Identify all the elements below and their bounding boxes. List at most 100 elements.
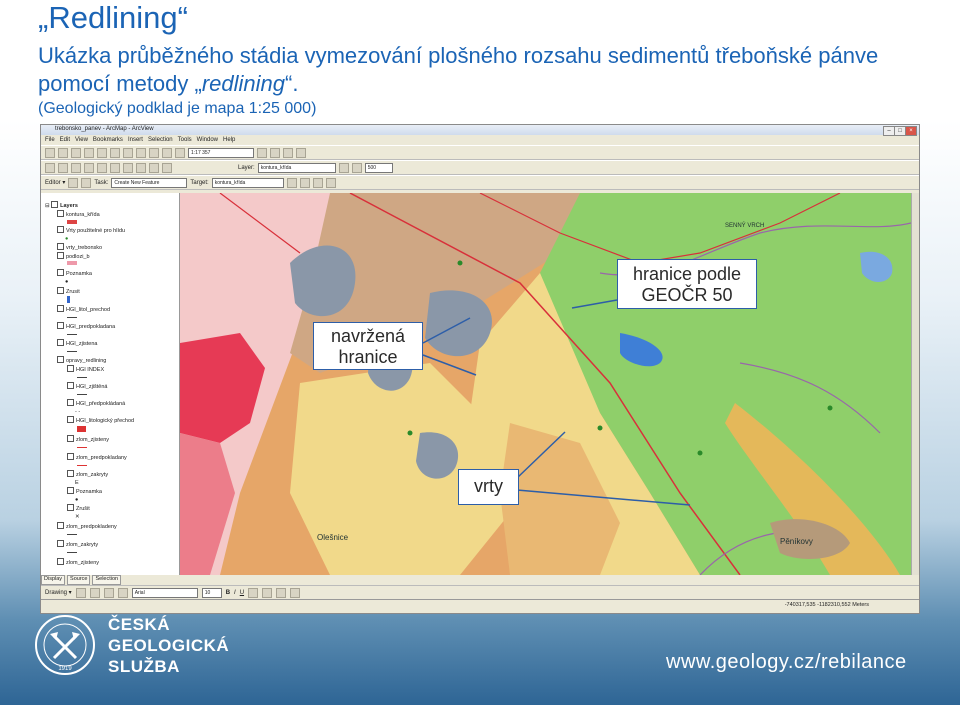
- rotate-element-icon[interactable]: [89, 587, 100, 598]
- zoom-out-icon[interactable]: [58, 162, 68, 173]
- menu-bookmarks[interactable]: Bookmarks: [93, 137, 123, 143]
- fit-icon[interactable]: [351, 162, 362, 173]
- open-icon[interactable]: [58, 147, 68, 158]
- toc-symbol: ✕: [75, 514, 80, 520]
- toc-layer[interactable]: zlom_predpokladany: [67, 453, 127, 462]
- layer-select[interactable]: kontura_křída: [257, 162, 336, 173]
- new-doc-icon[interactable]: [45, 147, 55, 158]
- delete-icon[interactable]: [136, 147, 146, 158]
- fill-color-icon[interactable]: [262, 587, 273, 598]
- redo-icon[interactable]: [162, 147, 172, 158]
- bold-button[interactable]: B: [226, 590, 230, 596]
- zoom-in-icon[interactable]: [45, 162, 55, 173]
- font-color-icon[interactable]: [248, 587, 259, 598]
- arctoolbox-icon[interactable]: [270, 147, 280, 158]
- paste-icon[interactable]: [123, 147, 133, 158]
- toc-layer[interactable]: vrty_trebonsko: [57, 243, 102, 252]
- cut-icon[interactable]: [97, 147, 107, 158]
- menu-insert[interactable]: Insert: [128, 137, 143, 143]
- subtitle-text: Ukázka průběžného stádia vymezování ploš…: [38, 43, 879, 96]
- full-extent-icon[interactable]: [84, 162, 94, 173]
- georef-icon[interactable]: [338, 162, 349, 173]
- toc-layer[interactable]: zlom_zjisteny: [57, 558, 99, 567]
- select-icon[interactable]: [123, 162, 133, 173]
- marker-color-icon[interactable]: [290, 587, 301, 598]
- toc-layer[interactable]: HGI_litologický přechod: [67, 416, 134, 425]
- toc-layer[interactable]: HGI_zjistena: [57, 339, 98, 348]
- toc-layer[interactable]: HGI_predpokladana: [57, 322, 115, 331]
- toc-layer[interactable]: HGI_zjištěná: [67, 382, 108, 391]
- tab-selection[interactable]: Selection: [92, 575, 122, 585]
- print-icon[interactable]: [84, 147, 94, 158]
- menu-edit[interactable]: Edit: [60, 137, 70, 143]
- select-elements-icon[interactable]: [75, 587, 86, 598]
- menu-selection[interactable]: Selection: [148, 137, 173, 143]
- toc-group[interactable]: opravy_redlining: [57, 356, 106, 365]
- toc-layer[interactable]: Zrusit: [57, 287, 80, 296]
- sketch-tool-icon[interactable]: [81, 177, 92, 188]
- toc-symbol: [65, 531, 77, 540]
- edit-tool-icon[interactable]: [68, 177, 79, 188]
- map-view[interactable]: SENNÝ VRCH Olešnice Pěníkovy: [180, 193, 911, 575]
- menu-bar: File Edit View Bookmarks Insert Selectio…: [41, 135, 919, 145]
- toc-layer[interactable]: HGI_předpokládaná: [67, 399, 125, 408]
- rotate-icon[interactable]: [299, 177, 310, 188]
- snap-field[interactable]: 500: [364, 162, 393, 173]
- find-icon[interactable]: [149, 162, 159, 173]
- toc-layer[interactable]: Poznamka: [57, 269, 92, 278]
- menu-window[interactable]: Window: [197, 137, 218, 143]
- callout-hranice-geocr: hranice podle GEOČR 50: [617, 259, 757, 309]
- rectangle-icon[interactable]: [103, 587, 114, 598]
- italic-button[interactable]: I: [234, 590, 236, 596]
- toc-symbol: [65, 296, 70, 305]
- subtitle-end: “.: [285, 71, 299, 96]
- toc-layer[interactable]: HGI INDEX: [67, 365, 104, 374]
- menu-view[interactable]: View: [75, 137, 88, 143]
- toc-layer[interactable]: podlozi_b: [57, 252, 90, 261]
- map-scrollbar[interactable]: [911, 193, 919, 575]
- pan-icon[interactable]: [71, 162, 81, 173]
- forward-icon[interactable]: [110, 162, 120, 173]
- copy-icon[interactable]: [110, 147, 120, 158]
- scale-field[interactable]: 1:17 357: [188, 147, 254, 158]
- tab-display[interactable]: Display: [41, 575, 66, 585]
- line-color-icon[interactable]: [276, 587, 287, 598]
- command-line-icon[interactable]: [283, 147, 293, 158]
- toc-layer[interactable]: Vrty použitelné pro hlídu: [57, 226, 125, 235]
- close-button[interactable]: ×: [905, 126, 917, 136]
- text-icon[interactable]: [117, 587, 128, 598]
- save-icon[interactable]: [71, 147, 81, 158]
- tab-source[interactable]: Source: [67, 575, 91, 585]
- slide-note: (Geologický podklad je mapa 1:25 000): [38, 100, 317, 117]
- target-select[interactable]: kontura_křída: [211, 177, 284, 188]
- editor-toolbar-icon[interactable]: [257, 147, 267, 158]
- toc-layer[interactable]: Zrušit: [67, 504, 90, 513]
- drawing-menu[interactable]: Drawing ▾: [45, 589, 72, 596]
- toc-layer[interactable]: zlom_zakryty: [67, 470, 108, 479]
- menu-help[interactable]: Help: [223, 137, 235, 143]
- menu-tools[interactable]: Tools: [178, 137, 192, 143]
- toc-layer[interactable]: zlom_zjisteny: [67, 435, 109, 444]
- website-link[interactable]: www.geology.cz/rebilance: [666, 651, 907, 674]
- sketch-properties-icon[interactable]: [325, 177, 336, 188]
- toc-layer[interactable]: Poznamka: [67, 487, 102, 496]
- measure-icon[interactable]: [162, 162, 172, 173]
- editor-menu[interactable]: Editor ▾: [45, 179, 65, 186]
- undo-icon[interactable]: [149, 147, 159, 158]
- toc-layer[interactable]: kontura_křída: [57, 210, 100, 219]
- task-select[interactable]: Create New Feature: [111, 177, 188, 188]
- toc-layer[interactable]: HGI_litol_prechod: [57, 305, 110, 314]
- toc-root[interactable]: ⊟ Layers: [45, 201, 78, 210]
- attributes-icon[interactable]: [312, 177, 323, 188]
- back-icon[interactable]: [97, 162, 107, 173]
- help-icon[interactable]: [296, 147, 306, 158]
- add-data-icon[interactable]: [175, 147, 185, 158]
- menu-file[interactable]: File: [45, 137, 55, 143]
- font-select[interactable]: Arial: [131, 587, 198, 598]
- font-size-select[interactable]: 10: [201, 587, 222, 598]
- split-icon[interactable]: [286, 177, 297, 188]
- identify-icon[interactable]: [136, 162, 146, 173]
- toc-layer[interactable]: zlom_predpokladeny: [57, 522, 117, 531]
- toc-layer[interactable]: zlom_zakryty: [57, 540, 98, 549]
- underline-button[interactable]: U: [240, 590, 244, 596]
